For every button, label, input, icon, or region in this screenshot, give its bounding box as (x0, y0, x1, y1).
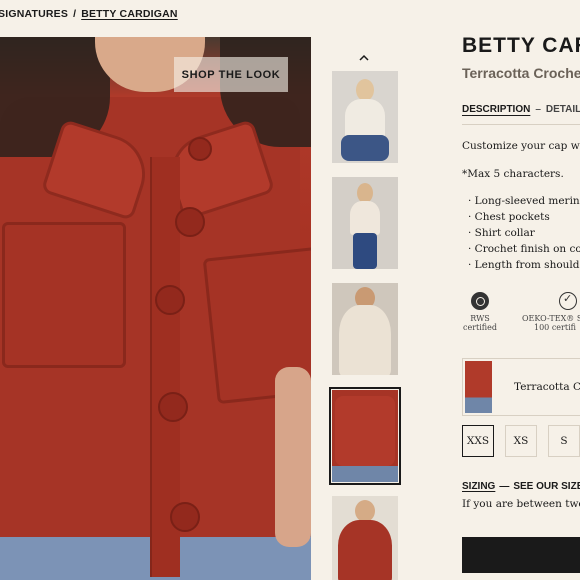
size-option-xs[interactable]: XS (505, 425, 537, 457)
breadcrumb-link-signatures[interactable]: SIGNATURES (0, 8, 68, 20)
color-label: Terracotta C (514, 381, 580, 393)
list-item: · Crochet finish on colla (468, 243, 580, 255)
cert-label: 100 certifi (534, 323, 576, 332)
gallery-thumbnail-1[interactable] (332, 71, 398, 163)
gallery-thumbnail-4[interactable] (329, 387, 401, 485)
chevron-up-icon[interactable] (356, 52, 372, 64)
shop-the-look-button[interactable]: SHOP THE LOOK (174, 57, 288, 92)
sizing-label: SIZING (462, 481, 496, 492)
product-title: BETTY CARDIGAN (462, 34, 580, 57)
cert-label: RWS (470, 314, 490, 323)
list-item: · Length from shoulder (468, 259, 580, 271)
rws-icon (471, 292, 489, 310)
size-option-s[interactable]: S (548, 425, 580, 457)
gallery-thumbnail-3[interactable] (332, 283, 398, 375)
sizing-note: If you are between two si usual size. (462, 498, 580, 510)
size-option-xxs[interactable]: XXS (462, 425, 494, 457)
sizing-header: SIZING—SEE OUR SIZE GUIDE (462, 481, 580, 492)
cert-label: certified (462, 323, 497, 332)
color-selector[interactable]: Terracotta C (462, 358, 580, 416)
tab-separator: – (535, 104, 541, 115)
gallery-thumbnail-5[interactable] (332, 496, 398, 580)
size-guide-link[interactable]: SEE OUR SIZE GUIDE (513, 481, 580, 492)
color-swatch (465, 361, 493, 413)
divider (462, 124, 580, 125)
list-item: · Shirt collar (468, 227, 535, 239)
gallery-thumbnail-2[interactable] (332, 177, 398, 269)
customize-text: Customize your cap with (462, 140, 580, 152)
product-subtitle: Terracotta Crochet (462, 65, 580, 81)
breadcrumb: SIGNATURES / BETTY CARDIGAN (0, 8, 178, 20)
list-item: · Chest pockets (468, 211, 550, 223)
breadcrumb-current[interactable]: BETTY CARDIGAN (81, 8, 178, 20)
info-tabs: DESCRIPTION–DETAILS & CO (462, 104, 580, 115)
oeko-tex-certification: OEKO-TEX® ST 100 certifi (522, 292, 580, 332)
product-info-panel: BETTY CARDIGAN Terracotta Crochet DESCRI… (462, 0, 580, 580)
breadcrumb-separator: / (73, 8, 77, 20)
cert-label: OEKO-TEX® ST (522, 314, 580, 323)
sizing-separator: — (499, 481, 510, 492)
add-to-cart-button[interactable] (462, 537, 580, 573)
rws-certification: RWS certified (462, 292, 510, 332)
main-product-image[interactable] (0, 37, 311, 580)
feature-list: · Long-sleeved merino w · Chest pockets … (468, 193, 580, 273)
tab-description[interactable]: DESCRIPTION (462, 104, 530, 115)
tab-details[interactable]: DETAILS & CO (546, 104, 580, 115)
list-item: · Long-sleeved merino w (468, 195, 580, 207)
oeko-tex-icon (559, 292, 577, 310)
max-characters-note: *Max 5 characters. (462, 168, 564, 180)
